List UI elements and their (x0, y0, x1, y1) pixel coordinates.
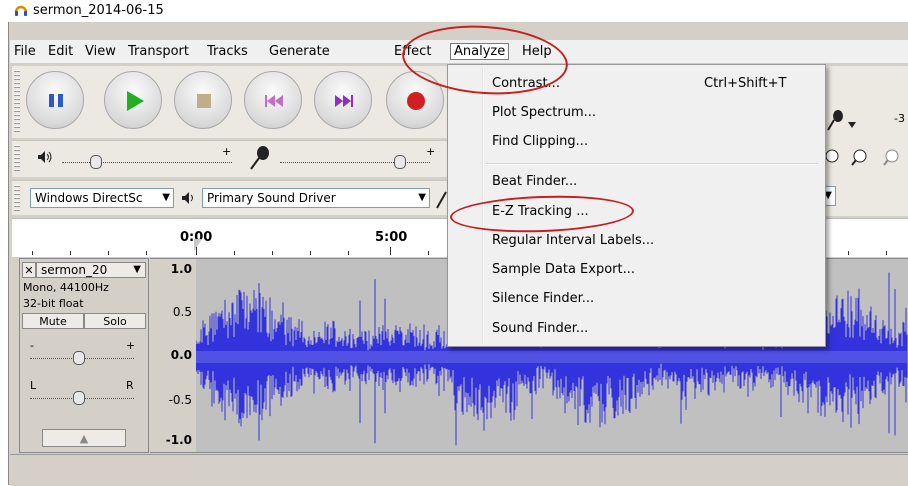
output-device-value: Primary Sound Driver (207, 191, 336, 205)
amplitude-ruler: 1.0 0.5 0.0 -0.5 -1.0 (150, 258, 196, 453)
menu-item-regular-interval-labels[interactable]: Regular Interval Labels... (492, 233, 654, 248)
playback-volume-thumb[interactable] (90, 155, 102, 169)
track-name: sermon_20 (41, 263, 108, 277)
toolbar-grip[interactable] (14, 145, 20, 173)
menu-item-silence-finder[interactable]: Silence Finder... (492, 291, 594, 306)
zoom-tools (826, 149, 899, 166)
play-icon (127, 91, 144, 111)
ruler-label-1: 5:00 (375, 230, 408, 245)
toolbar-right-area: -3 ▼ (816, 66, 908, 216)
track-format-rate: Mono, 44100Hz (23, 281, 109, 294)
toolbar-grip[interactable] (14, 185, 20, 211)
menu-generate[interactable]: Generate (269, 44, 330, 59)
chevron-down-icon: ▼ (418, 192, 426, 203)
track-gain-thumb[interactable] (73, 351, 85, 365)
microphone-icon (250, 146, 269, 170)
microphone-meter-icon (827, 110, 856, 131)
speaker-icon (182, 192, 193, 204)
transport-toolbar (12, 66, 448, 138)
pan-right-label: R (126, 379, 134, 392)
menu-tracks[interactable]: Tracks (207, 44, 248, 59)
amplitude-label-1.0: 1.0 (170, 262, 192, 276)
close-icon: ✕ (24, 264, 34, 277)
skip-to-start-button[interactable] (244, 71, 302, 129)
pause-icon (49, 94, 63, 107)
audio-host-value: Windows DirectSc (35, 191, 143, 205)
skip-start-icon (265, 95, 283, 107)
menu-separator (486, 163, 818, 165)
toolbar-grip[interactable] (14, 70, 20, 134)
stop-button[interactable] (174, 71, 232, 129)
amplitude-label-minus-1.0: -1.0 (165, 433, 192, 447)
amplitude-label-0.0: 0.0 (170, 348, 192, 362)
skip-to-end-button[interactable] (314, 71, 372, 129)
pan-left-label: L (30, 379, 37, 392)
close-track-button[interactable]: ✕ (22, 262, 36, 278)
menu-edit[interactable]: Edit (48, 44, 73, 59)
output-device-select[interactable]: Primary Sound Driver ▼ (202, 188, 430, 208)
pause-button[interactable] (26, 71, 84, 129)
audio-host-select[interactable]: Windows DirectSc ▼ (30, 188, 174, 208)
amplitude-label-0.5: 0.5 (172, 305, 192, 319)
gain-plus-label: + (126, 339, 136, 352)
recording-volume-slider[interactable] (280, 161, 430, 163)
chevron-down-icon: ▼ (133, 264, 141, 275)
track-name-menu-button[interactable]: sermon_20 ▼ (36, 262, 146, 278)
window-title: sermon_2014-06-15 (33, 3, 164, 18)
collapse-track-button[interactable]: ▲ (42, 429, 126, 447)
menu-item-contrast-shortcut: Ctrl+Shift+T (704, 76, 787, 91)
mute-button[interactable]: Mute (22, 313, 84, 329)
playback-volume-slider[interactable] (62, 161, 232, 163)
menu-item-plot-spectrum[interactable]: Plot Spectrum... (492, 105, 596, 120)
menu-view[interactable]: View (85, 44, 116, 59)
waveform-rms-band (196, 351, 908, 363)
slider-plus-icon: + (222, 145, 232, 158)
menu-file[interactable]: File (14, 44, 36, 59)
menu-item-sample-data-export[interactable]: Sample Data Export... (492, 262, 635, 277)
menu-transport[interactable]: Transport (128, 44, 189, 59)
slider-plus-icon: + (426, 145, 436, 158)
mixer-toolbar: + + (12, 140, 448, 177)
audacity-app-icon (14, 5, 28, 16)
recording-volume-thumb[interactable] (394, 155, 406, 169)
stop-icon (197, 94, 211, 108)
empty-track-area[interactable] (10, 454, 908, 486)
menu-item-beat-finder[interactable]: Beat Finder... (492, 174, 577, 189)
amplitude-label-minus-0.5: -0.5 (168, 393, 192, 407)
skip-end-icon (335, 95, 353, 107)
play-button[interactable] (104, 71, 162, 129)
chevron-up-icon: ▲ (79, 432, 89, 445)
track-pan-thumb[interactable] (73, 391, 85, 405)
speaker-icon (38, 151, 52, 163)
track-format-bits: 32-bit float (23, 297, 84, 310)
microphone-icon (436, 191, 447, 209)
track-control-panel: ✕ sermon_20 ▼ Mono, 44100Hz 32-bit float… (19, 258, 149, 453)
solo-button[interactable]: Solo (84, 313, 146, 329)
menu-item-find-clipping[interactable]: Find Clipping... (492, 134, 588, 149)
title-bar: sermon_2014-06-15 (0, 0, 908, 22)
gain-minus-label: - (30, 339, 34, 352)
menu-item-sound-finder[interactable]: Sound Finder... (492, 321, 588, 336)
device-toolbar: Windows DirectSc ▼ Primary Sound Driver … (12, 180, 448, 215)
chevron-down-icon: ▼ (162, 192, 170, 203)
meter-scale-label: -3 (894, 112, 905, 125)
